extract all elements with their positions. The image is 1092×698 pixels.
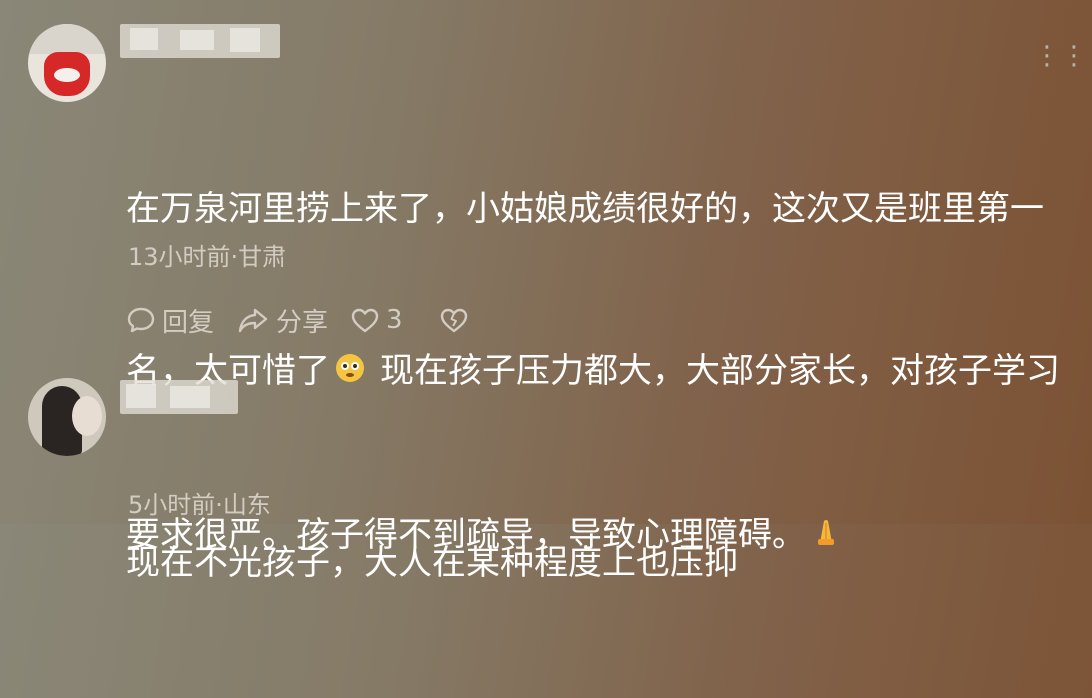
- comment-text: 现在不光孩子，大人在某种程度上也压抑: [126, 428, 1026, 698]
- like-count: 3: [386, 305, 403, 335]
- avatar[interactable]: [28, 378, 106, 456]
- comment-meta: 13小时前·甘肃: [128, 243, 287, 271]
- comment-line: 现在不光孩子，大人在某种程度上也压抑: [126, 543, 738, 583]
- avatar[interactable]: [28, 24, 106, 102]
- comment-item: 现在不光孩子，大人在某种程度上也压抑 5小时前·山东: [0, 360, 1092, 583]
- dislike-button[interactable]: [439, 306, 469, 334]
- broken-heart-icon: [440, 308, 467, 333]
- comment-meta: 5小时前·山东: [128, 491, 271, 519]
- comment-actions: 回复 分享 3: [126, 302, 491, 338]
- reply-label: 回复: [162, 307, 215, 338]
- share-label: 分享: [276, 307, 329, 338]
- username-blurred[interactable]: [120, 380, 238, 414]
- reply-button[interactable]: 回复: [126, 302, 214, 339]
- more-options-icon[interactable]: ⋮⋮: [1034, 43, 1088, 69]
- share-button[interactable]: 分享: [236, 302, 328, 339]
- heart-icon: [351, 308, 379, 333]
- comment-item: ⋮⋮ 在万泉河里捞上来了，小姑娘成绩很好的，这次又是班里第一 名，太可惜了 现在孩…: [0, 0, 1092, 555]
- share-icon: [238, 308, 268, 333]
- comment-line: 在万泉河里捞上来了，小姑娘成绩很好的，这次又是班里第一: [126, 189, 1044, 229]
- comment-icon: [127, 307, 155, 333]
- username-blurred[interactable]: [120, 24, 280, 58]
- like-button[interactable]: 3: [350, 305, 417, 335]
